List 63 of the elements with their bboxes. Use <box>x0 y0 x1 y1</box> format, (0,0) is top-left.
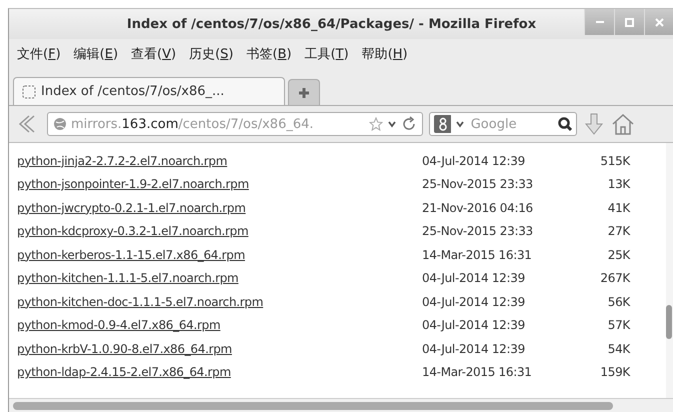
maximize-button[interactable] <box>614 9 644 35</box>
file-size: 13K <box>606 177 630 192</box>
file-size: 267K <box>599 271 630 286</box>
browser-tab[interactable]: Index of /centos/7/os/x86_... <box>13 77 285 105</box>
file-date: 25-Nov-2015 23:33 <box>422 224 534 238</box>
file-link[interactable]: python-kerberos-1.1-15.el7.x86_64.rpm <box>17 248 422 262</box>
maximize-icon <box>625 18 634 26</box>
file-size: 56K <box>606 294 630 309</box>
file-link[interactable]: python-jsonpointer-1.9-2.el7.noarch.rpm <box>17 177 422 192</box>
dropdown-icon[interactable] <box>387 119 397 129</box>
file-link[interactable]: python-jinja2-2.7.2-2.el7.noarch.rpm <box>17 154 422 168</box>
menu-item[interactable]: 工具(T) <box>304 45 349 63</box>
minimize-button[interactable] <box>584 9 614 35</box>
dropdown-icon[interactable] <box>455 119 465 129</box>
file-date: 14-Mar-2015 16:31 <box>422 248 533 262</box>
search-engine-icon <box>434 115 452 133</box>
file-size: 41K <box>606 200 630 215</box>
file-link[interactable]: python-jwcrypto-0.2.1-1.el7.noarch.rpm <box>17 200 422 215</box>
page-icon <box>22 84 36 98</box>
globe-icon <box>53 117 67 131</box>
menu-item[interactable]: 编辑(E) <box>74 45 118 63</box>
menu-item[interactable]: 查看(V) <box>131 45 176 63</box>
file-date: 21-Nov-2016 04:16 <box>422 200 534 215</box>
file-date: 04-Jul-2014 12:39 <box>422 294 526 309</box>
file-size: 54K <box>606 342 630 356</box>
close-icon <box>655 18 664 26</box>
star-icon[interactable] <box>369 117 383 131</box>
file-size: 515K <box>599 154 630 168</box>
horizontal-scrollbar[interactable] <box>9 398 673 412</box>
file-link[interactable]: python-kitchen-doc-1.1.1-5.el7.noarch.rpm <box>17 294 422 309</box>
file-link[interactable]: python-kdcproxy-0.3.2-1.el7.noarch.rpm <box>17 224 422 238</box>
file-date: 25-Nov-2015 23:33 <box>422 177 534 192</box>
address-bar[interactable]: mirrors.163.com/centos/7/os/x86_64. <box>47 112 423 136</box>
file-link[interactable]: python-kitchen-1.1.1-5.el7.noarch.rpm <box>17 271 422 286</box>
url-text: mirrors.163.com/centos/7/os/x86_64. <box>71 116 315 132</box>
search-field[interactable]: Google <box>468 116 553 132</box>
file-size: 57K <box>606 318 630 332</box>
window-title: Index of /centos/7/os/x86_64/Packages/ - Mozilla Firefox <box>126 16 538 32</box>
file-date: 04-Jul-2014 12:39 <box>422 154 526 168</box>
file-size: 27K <box>606 224 630 238</box>
close-button[interactable] <box>644 9 673 35</box>
file-date: 04-Jul-2014 12:39 <box>422 318 526 332</box>
file-size: 159K <box>599 365 630 380</box>
minimize-icon <box>596 21 604 23</box>
search-bar[interactable]: Google <box>429 112 577 136</box>
new-tab-button[interactable] <box>288 79 320 105</box>
file-size: 25K <box>606 248 630 262</box>
reload-icon[interactable] <box>401 116 417 132</box>
home-icon[interactable] <box>611 113 635 135</box>
plus-icon <box>298 86 310 98</box>
file-link[interactable]: python-ldap-2.4.15-2.el7.x86_64.rpm <box>17 365 422 380</box>
search-icon[interactable] <box>556 116 572 132</box>
file-date: 04-Jul-2014 12:39 <box>422 271 526 286</box>
menu-item[interactable]: 帮助(H) <box>362 45 408 63</box>
file-link[interactable]: python-krbV-1.0.90-8.el7.x86_64.rpm <box>17 342 422 356</box>
menu-item[interactable]: 书签(B) <box>246 45 292 63</box>
download-icon[interactable] <box>583 112 605 136</box>
file-link[interactable]: python-kmod-0.9-4.el7.x86_64.rpm <box>17 318 422 332</box>
file-date: 04-Jul-2014 12:39 <box>422 342 526 356</box>
menu-item[interactable]: 文件(F) <box>17 45 61 63</box>
menu-item[interactable]: 历史(S) <box>189 45 234 63</box>
file-date: 14-Mar-2015 16:31 <box>422 365 533 380</box>
vertical-scrollbar[interactable] <box>666 143 673 398</box>
